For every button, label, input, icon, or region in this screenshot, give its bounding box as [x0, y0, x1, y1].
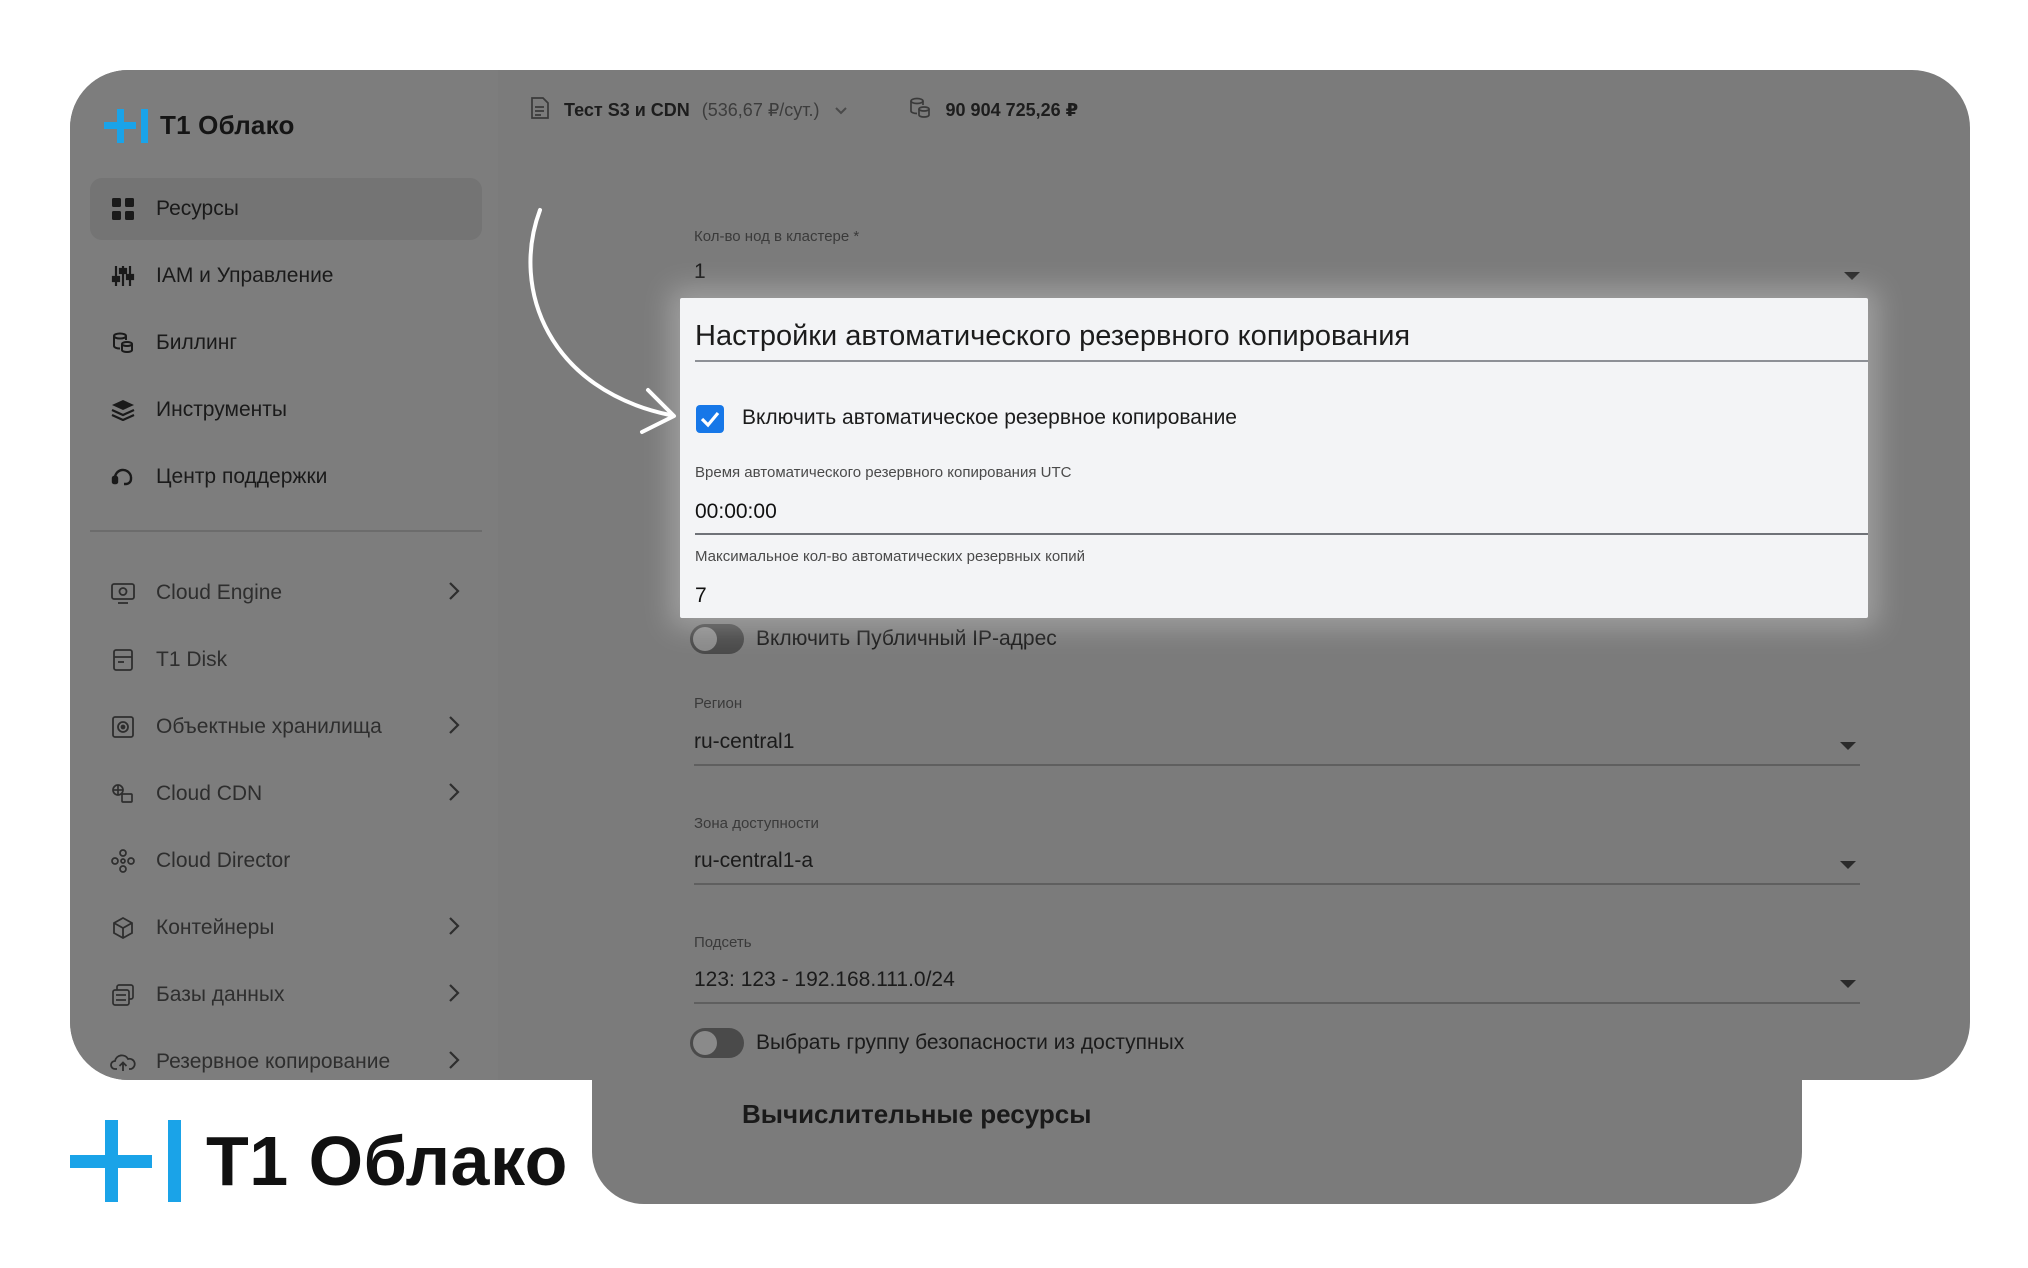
zone-underline: [694, 883, 1860, 885]
chevron-right-icon: [448, 782, 460, 808]
sidebar-item-cloud-engine[interactable]: Cloud Engine: [90, 562, 482, 624]
database-icon: [106, 981, 140, 1009]
backup-settings-panel: Настройки автоматического резервного коп…: [680, 298, 1868, 618]
sidebar-item-label: Cloud Engine: [156, 581, 283, 604]
disk-icon: [106, 646, 140, 674]
sidebar-item-billing[interactable]: Биллинг: [90, 312, 482, 374]
sidebar-item-backup[interactable]: Резервное копирование: [90, 1031, 482, 1080]
sidebar-item-cloud-director[interactable]: Cloud Director: [90, 830, 482, 892]
main-content-extension: Вычислительные ресурсы: [592, 1060, 1802, 1204]
sidebar-item-label: Контейнеры: [156, 916, 275, 939]
logo-text: T1 Облако: [160, 109, 295, 140]
cdn-icon: [106, 780, 140, 808]
cloud-backup-icon: [106, 1048, 140, 1076]
sidebar-item-resources[interactable]: Ресурсы: [90, 178, 482, 240]
document-icon: [530, 96, 550, 125]
chevron-right-icon: [448, 715, 460, 741]
public-ip-toggle[interactable]: [690, 624, 744, 654]
wallet-icon: [908, 96, 932, 125]
app-window: T1 Облако Ресурсы IAM и Управление Билли…: [70, 70, 1970, 1080]
logo-text: T1 Облако: [206, 1122, 568, 1200]
region-label: Регион: [694, 695, 743, 712]
sidebar-item-label: Центр поддержки: [156, 465, 328, 488]
chevron-right-icon: [448, 983, 460, 1009]
sidebar-item-label: Cloud Director: [156, 849, 291, 872]
subnet-underline: [694, 1002, 1860, 1004]
sidebar-item-tools[interactable]: Инструменты: [90, 379, 482, 441]
layers-icon: [106, 396, 140, 424]
sidebar-item-label: Биллинг: [156, 331, 238, 354]
enable-backup-label: Включить автоматическое резервное копиро…: [742, 406, 1237, 429]
sidebar-item-label: Резервное копирование: [156, 1050, 391, 1073]
app-logo[interactable]: T1 Облако: [104, 106, 295, 144]
zone-label: Зона доступности: [694, 815, 819, 832]
public-ip-label: Включить Публичный IP-адрес: [756, 627, 1057, 650]
sidebar-item-label: Инструменты: [156, 398, 287, 421]
sidebar-item-label: Базы данных: [156, 983, 285, 1006]
security-group-toggle[interactable]: [690, 1028, 744, 1058]
sidebar-item-cloud-cdn[interactable]: Cloud CDN: [90, 763, 482, 825]
sidebar-item-object-storage[interactable]: Объектные хранилища: [90, 696, 482, 758]
chevron-right-icon: [448, 581, 460, 607]
sliders-icon: [106, 262, 140, 290]
caret-down-icon[interactable]: [1840, 742, 1856, 750]
sidebar-item-databases[interactable]: Базы данных: [90, 964, 482, 1026]
sidebar-item-support[interactable]: Центр поддержки: [90, 446, 482, 508]
topbar: Тест S3 и CDN (536,67 ₽/сут.) 90 904 725…: [530, 90, 1078, 130]
sidebar-item-label: T1 Disk: [156, 648, 228, 671]
project-name[interactable]: Тест S3 и CDN: [564, 100, 690, 121]
caret-down-icon[interactable]: [1840, 861, 1856, 869]
sidebar: T1 Облако Ресурсы IAM и Управление Билли…: [70, 70, 498, 1080]
sidebar-divider: [90, 530, 482, 532]
chevron-right-icon: [448, 916, 460, 942]
sidebar-item-label: Объектные хранилища: [156, 715, 382, 738]
max-copies-label: Максимальное кол-во автоматических резер…: [695, 548, 1086, 565]
headset-icon: [106, 463, 140, 491]
annotation-arrow: [528, 208, 676, 434]
coins-icon: [106, 329, 140, 357]
compute-section-title: Вычислительные ресурсы: [742, 1099, 1092, 1129]
security-group-label: Выбрать группу безопасности из доступных: [756, 1031, 1185, 1054]
chevron-down-icon[interactable]: [834, 100, 848, 121]
sidebar-item-label: Ресурсы: [156, 197, 239, 220]
director-icon: [106, 847, 140, 875]
sidebar-item-containers[interactable]: Контейнеры: [90, 897, 482, 959]
subnet-label: Подсеть: [694, 934, 752, 951]
backup-time-label: Время автоматического резервного копиров…: [695, 464, 1072, 481]
monitor-icon: [106, 579, 140, 607]
title-underline: [695, 360, 1868, 362]
sidebar-item-t1-disk[interactable]: T1 Disk: [90, 629, 482, 691]
sidebar-item-iam[interactable]: IAM и Управление: [90, 245, 482, 307]
grid-icon: [106, 195, 140, 223]
zone-select[interactable]: ru-central1-a: [694, 849, 813, 873]
chevron-right-icon: [448, 1050, 460, 1076]
region-select[interactable]: ru-central1: [694, 730, 794, 754]
caret-down-icon[interactable]: [1840, 980, 1856, 988]
project-rate: (536,67 ₽/сут.): [701, 99, 820, 120]
sidebar-item-label: Cloud CDN: [156, 782, 263, 805]
storage-icon: [106, 713, 140, 741]
backup-time-input[interactable]: 00:00:00: [695, 500, 777, 524]
account-balance: 90 904 725,26 ₽: [945, 99, 1079, 120]
max-copies-input[interactable]: 7: [695, 584, 707, 608]
cube-icon: [106, 914, 140, 942]
logo-mark-icon: [70, 1118, 184, 1204]
caret-down-icon[interactable]: [1844, 272, 1860, 280]
region-underline: [694, 764, 1860, 766]
brand-logo-large: T1 Облако: [70, 1118, 568, 1204]
time-underline: [695, 533, 1868, 535]
subnet-select[interactable]: 123: 123 - 192.168.111.0/24: [694, 968, 955, 992]
logo-mark-icon: [104, 106, 154, 144]
sidebar-item-label: IAM и Управление: [156, 264, 334, 287]
backup-settings-title: Настройки автоматического резервного коп…: [695, 320, 1411, 352]
